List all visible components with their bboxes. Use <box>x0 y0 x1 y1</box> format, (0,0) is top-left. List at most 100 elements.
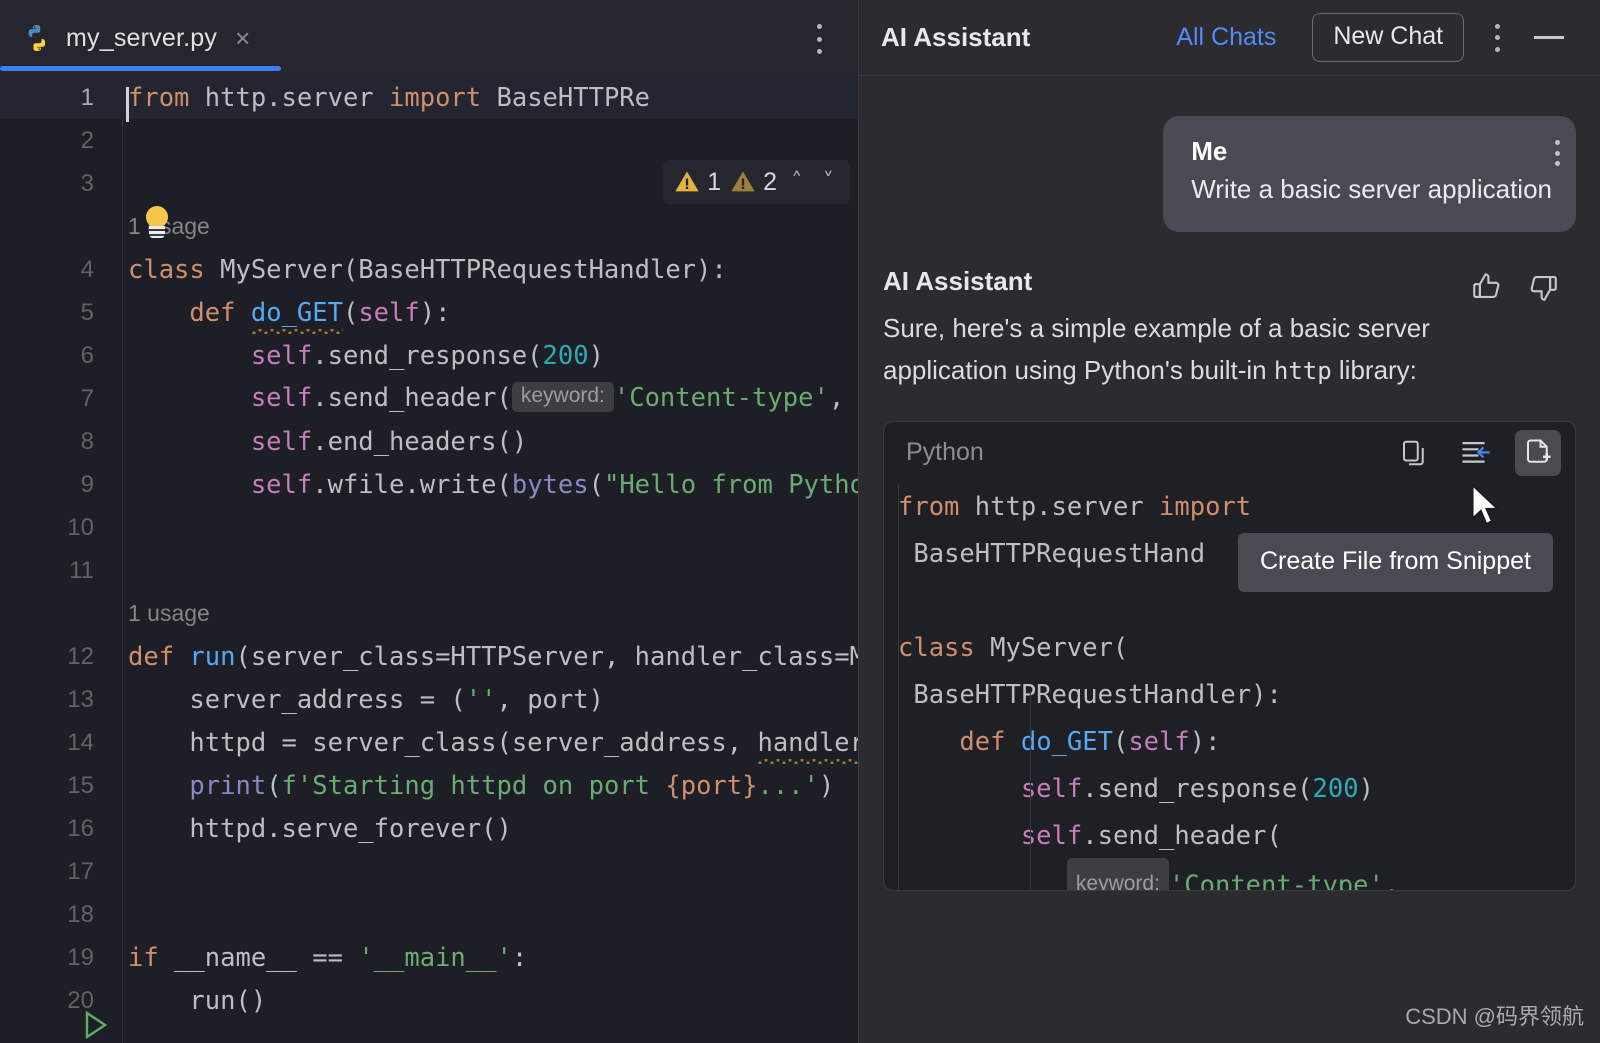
token-self: self <box>1128 726 1190 757</box>
token-text: http.server <box>959 491 1160 522</box>
line-content: def run(server_class=HTTPServer, handler… <box>122 642 858 672</box>
line-number: 13 <box>67 685 94 713</box>
chevron-down-icon[interactable]: ˅ <box>817 169 841 195</box>
line-number: 12 <box>67 642 94 670</box>
code-line: 7 self.send_header(keyword: 'Content-type… <box>0 377 858 420</box>
token-text: BaseHTTPRequestHandler): <box>913 679 1282 710</box>
warning-secondary[interactable]: 2 <box>729 168 777 197</box>
token-keyword: def <box>189 297 236 328</box>
all-chats-link[interactable]: All Chats <box>1176 23 1276 52</box>
token-text: , port) <box>496 684 604 715</box>
line-content: run() <box>122 986 266 1016</box>
run-gutter-icon[interactable] <box>68 1010 108 1040</box>
code-line: 16 httpd.serve_forever() <box>0 807 858 850</box>
create-file-from-snippet-icon[interactable] <box>1515 429 1561 476</box>
snippet-toolbar <box>1391 429 1561 476</box>
token-text: : <box>511 942 528 973</box>
intention-bulb-icon[interactable] <box>140 206 174 240</box>
token-text: server_address = ( <box>189 684 466 715</box>
warning-count: 1 <box>707 167 722 196</box>
token-string: ...' <box>757 770 819 801</box>
message-text-part2: library: <box>1331 354 1417 385</box>
line-number: 3 <box>80 169 94 197</box>
code-line: 6 self.send_response(200) <box>0 334 858 377</box>
token-text: ): <box>419 297 451 328</box>
token-text: run() <box>189 985 267 1016</box>
panel-options-kebab-icon[interactable] <box>1494 23 1500 52</box>
message-author: Me <box>1191 136 1228 166</box>
warning-triangle-weak-icon <box>731 171 755 192</box>
chevron-up-icon[interactable]: ˄ <box>785 169 809 195</box>
token-keyword: class <box>128 254 205 285</box>
token-text: , <box>828 383 845 413</box>
thumbs-up-icon[interactable] <box>1470 270 1504 309</box>
token-text: ): <box>1189 726 1221 757</box>
line-number: 10 <box>67 513 94 541</box>
line-number: 15 <box>67 771 94 799</box>
copy-snippet-icon[interactable] <box>1391 430 1437 476</box>
line-number: 7 <box>80 384 94 412</box>
text-caret <box>126 86 129 122</box>
line-number: 17 <box>67 857 94 885</box>
user-message-row: Me Write a basic server application <box>883 76 1576 232</box>
parameter-hint-badge: keyword: <box>511 382 614 412</box>
new-chat-button[interactable]: New Chat <box>1312 13 1465 62</box>
code-line: 4 class MyServer(BaseHTTPRequestHandler)… <box>0 248 858 291</box>
token-text: ( <box>266 770 282 801</box>
line-content: httpd.serve_forever() <box>122 813 512 844</box>
token-keyword: import <box>389 82 482 113</box>
token-number: 200 <box>1312 773 1359 804</box>
minimize-icon[interactable] <box>1534 36 1565 39</box>
token-text: httpd.serve_forever() <box>189 813 512 844</box>
message-options-kebab-icon[interactable] <box>1554 140 1560 166</box>
token-warning: handler <box>757 728 858 761</box>
line-number: 6 <box>80 341 94 369</box>
watermark: CSDN @码界领航 <box>1405 1004 1584 1029</box>
token-self: self <box>358 297 420 328</box>
token-self: self <box>250 383 313 413</box>
token-keyword: def <box>959 726 1006 757</box>
token-keyword: def <box>128 641 175 672</box>
ide-window: my_server.py × 1 from http.server import… <box>0 0 1600 1043</box>
token-builtin: print <box>189 770 267 801</box>
close-icon[interactable]: × <box>235 25 250 51</box>
warning-primary[interactable]: 1 <box>673 168 721 197</box>
code-editor[interactable]: 1 from http.server import BaseHTTPRe 2 3… <box>0 76 858 1043</box>
message-reactions <box>1470 270 1560 309</box>
line-number: 16 <box>67 814 94 842</box>
insert-into-editor-icon[interactable] <box>1453 430 1499 476</box>
warning-count: 2 <box>763 167 777 196</box>
line-content: self.send_header(keyword: 'Content-type', <box>122 382 845 414</box>
inspection-widget[interactable]: 1 2 ˄ ˅ <box>663 160 850 204</box>
token-text: MyServer( <box>974 632 1129 663</box>
user-message-bubble: Me Write a basic server application <box>1163 116 1576 232</box>
code-line: 15 print(f'Starting httpd on port {port}… <box>0 764 858 807</box>
snippet-header: Python <box>884 422 1575 484</box>
parameter-hint-badge: keyword: <box>1066 857 1169 890</box>
code-line: 20 run() <box>0 979 858 1022</box>
message-text: Sure, here's a simple example of a basic… <box>883 307 1503 391</box>
mouse-cursor-icon <box>1468 483 1502 533</box>
thumbs-down-icon[interactable] <box>1526 270 1560 309</box>
token-function: run <box>189 641 236 672</box>
line-content: if __name__ == '__main__': <box>122 943 527 973</box>
code-line: 12 def run(server_class=HTTPServer, hand… <box>0 635 858 678</box>
snippet-indent-guide <box>898 483 899 890</box>
usage-hint[interactable]: 1 usage <box>122 600 210 627</box>
token-text: httpd = server_class(server_address, <box>189 727 758 758</box>
line-content: def do_GET(self): <box>122 298 450 328</box>
code-line: 8 self.end_headers() <box>0 420 858 463</box>
editor-tab-my-server[interactable]: my_server.py × <box>0 0 274 76</box>
line-number: 2 <box>80 126 94 154</box>
line-number: 14 <box>67 728 94 756</box>
line-number: 5 <box>80 298 94 326</box>
line-number: 19 <box>67 943 94 971</box>
message-text: Write a basic server application <box>1191 174 1552 204</box>
line-content: from http.server import BaseHTTPRe <box>122 82 650 122</box>
python-file-icon <box>22 23 52 53</box>
token-text: .send_header( <box>312 383 512 413</box>
usage-hint-row: 1 usage <box>0 592 858 635</box>
token-text: ( <box>588 469 604 500</box>
editor-options-kebab-icon[interactable] <box>816 24 822 54</box>
token-function: do_GET <box>251 298 343 331</box>
